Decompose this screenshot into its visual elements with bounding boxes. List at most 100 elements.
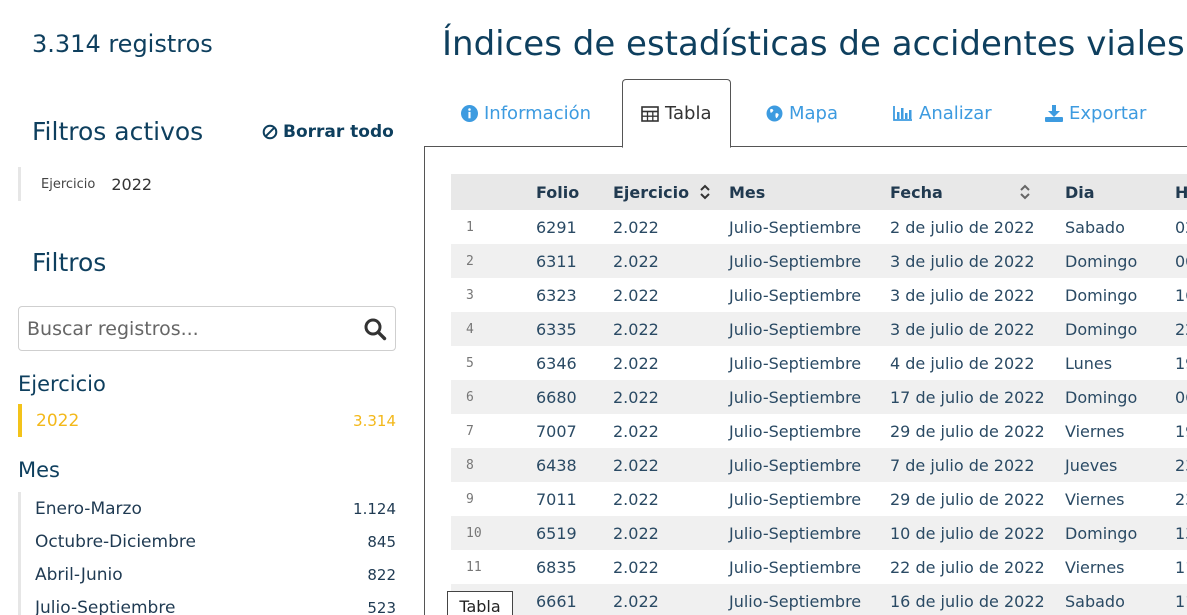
folio-cell: 7011 xyxy=(536,489,577,509)
filters-title: Filtros xyxy=(32,248,107,277)
fecha-cell: 7 de julio de 2022 xyxy=(890,455,1035,475)
active-filter-chip[interactable]: Ejercicio 2022 xyxy=(18,167,152,201)
fecha-cell: 16 de julio de 2022 xyxy=(890,591,1045,611)
row-index: 4 xyxy=(466,321,474,337)
tab-informacion[interactable]: Información xyxy=(461,79,591,147)
ejercicio-cell: 2.022 xyxy=(613,353,659,373)
hora-cell: 13 xyxy=(1175,523,1187,543)
table-row[interactable]: 9 7011 2.022 Julio-Septiembre 29 de juli… xyxy=(451,482,1187,516)
folio-cell: 6311 xyxy=(536,251,577,271)
fecha-cell: 17 de julio de 2022 xyxy=(890,387,1045,407)
table-row[interactable]: 2 6311 2.022 Julio-Septiembre 3 de julio… xyxy=(451,244,1187,278)
row-index: 8 xyxy=(466,457,474,473)
table-row[interactable]: 3 6323 2.022 Julio-Septiembre 3 de julio… xyxy=(451,278,1187,312)
sidebar: 3.314 registros Filtros activos Borrar t… xyxy=(0,0,410,615)
fecha-cell: 3 de julio de 2022 xyxy=(890,319,1035,339)
facet-item-name: Julio-Septiembre xyxy=(35,597,176,615)
column-header-label: Fecha xyxy=(890,182,943,202)
facet-item-julio-septiembre[interactable]: Julio-Septiembre 523 xyxy=(18,591,396,615)
sort-icon[interactable] xyxy=(1019,183,1031,201)
clear-all-button[interactable]: Borrar todo xyxy=(262,122,394,142)
tab-bar: Información Tabla Mapa Analizar Exportar xyxy=(424,79,1187,148)
column-header-ejercicio[interactable]: Ejercicio xyxy=(613,174,711,210)
dia-cell: Viernes xyxy=(1065,557,1125,577)
row-index: 7 xyxy=(466,423,474,439)
hora-cell: 11 xyxy=(1175,591,1187,611)
fecha-cell: 29 de julio de 2022 xyxy=(890,421,1045,441)
facet-title-mes: Mes xyxy=(18,458,60,482)
mes-cell: Julio-Septiembre xyxy=(729,285,862,305)
ejercicio-cell: 2.022 xyxy=(613,217,659,237)
table-row[interactable]: 4 6335 2.022 Julio-Septiembre 3 de julio… xyxy=(451,312,1187,346)
dia-cell: Lunes xyxy=(1065,353,1113,373)
column-header-mes[interactable]: Mes xyxy=(729,174,765,210)
facet-item-count: 822 xyxy=(367,565,396,584)
dia-cell: Domingo xyxy=(1065,285,1138,305)
row-index: 9 xyxy=(466,491,474,507)
facet-item-octubre-diciembre[interactable]: Octubre-Diciembre 845 xyxy=(18,525,396,558)
folio-cell: 6680 xyxy=(536,387,577,407)
mes-cell: Julio-Septiembre xyxy=(729,455,862,475)
column-header-dia[interactable]: Dia xyxy=(1065,174,1095,210)
column-header-folio[interactable]: Folio xyxy=(536,174,579,210)
mes-cell: Julio-Septiembre xyxy=(729,557,862,577)
table-row[interactable]: 8 6438 2.022 Julio-Septiembre 7 de julio… xyxy=(451,448,1187,482)
info-circle-icon xyxy=(461,104,478,122)
tab-label: Exportar xyxy=(1069,102,1147,124)
folio-cell: 6661 xyxy=(536,591,577,611)
folio-cell: 6291 xyxy=(536,217,577,237)
ejercicio-cell: 2.022 xyxy=(613,591,659,611)
column-header-hora[interactable]: H xyxy=(1175,174,1187,210)
hora-cell: 19 xyxy=(1175,421,1187,441)
table-row[interactable]: 11 6835 2.022 Julio-Septiembre 22 de jul… xyxy=(451,550,1187,584)
mes-cell: Julio-Septiembre xyxy=(729,217,862,237)
table-row[interactable]: 1 6291 2.022 Julio-Septiembre 2 de julio… xyxy=(451,210,1187,244)
table-row[interactable]: 5 6346 2.022 Julio-Septiembre 4 de julio… xyxy=(451,346,1187,380)
dia-cell: Viernes xyxy=(1065,421,1125,441)
fecha-cell: 2 de julio de 2022 xyxy=(890,217,1035,237)
column-header-label: Ejercicio xyxy=(613,182,690,202)
ejercicio-cell: 2.022 xyxy=(613,421,659,441)
mes-cell: Julio-Septiembre xyxy=(729,591,862,611)
row-index: 1 xyxy=(466,219,474,235)
tab-mapa[interactable]: Mapa xyxy=(766,79,838,147)
facet-item-name: Enero-Marzo xyxy=(35,498,142,519)
column-header-fecha[interactable]: Fecha xyxy=(890,174,1031,210)
hora-cell: 22 xyxy=(1175,319,1187,339)
page-title: Índices de estadísticas de accidentes vi… xyxy=(442,24,1187,64)
fecha-cell: 3 de julio de 2022 xyxy=(890,251,1035,271)
facet-title-ejercicio: Ejercicio xyxy=(18,372,106,396)
facet-item-count: 1.124 xyxy=(353,499,396,518)
facet-item-2022[interactable]: 2022 3.314 xyxy=(18,404,396,437)
row-index: 6 xyxy=(466,389,474,405)
hora-cell: 16 xyxy=(1175,285,1187,305)
search-icon[interactable] xyxy=(363,317,387,341)
column-header-label: Dia xyxy=(1065,182,1095,202)
hora-cell: 00 xyxy=(1175,251,1187,271)
ejercicio-cell: 2.022 xyxy=(613,489,659,509)
tab-analizar[interactable]: Analizar xyxy=(893,79,992,147)
table-row[interactable]: 7 7007 2.022 Julio-Septiembre 29 de juli… xyxy=(451,414,1187,448)
folio-cell: 6346 xyxy=(536,353,577,373)
search-input[interactable] xyxy=(27,317,363,340)
dia-cell: Domingo xyxy=(1065,251,1138,271)
table-row[interactable]: 12 6661 2.022 Julio-Septiembre 16 de jul… xyxy=(451,584,1187,615)
dia-cell: Domingo xyxy=(1065,523,1138,543)
active-filters-title: Filtros activos xyxy=(32,117,204,146)
sort-icon[interactable] xyxy=(699,183,711,201)
table-row[interactable]: 6 6680 2.022 Julio-Septiembre 17 de juli… xyxy=(451,380,1187,414)
folio-cell: 6323 xyxy=(536,285,577,305)
tab-tabla[interactable]: Tabla xyxy=(622,79,731,148)
facet-item-enero-marzo[interactable]: Enero-Marzo 1.124 xyxy=(18,492,396,525)
facet-item-abril-junio[interactable]: Abril-Junio 822 xyxy=(18,558,396,591)
facet-item-name: Abril-Junio xyxy=(35,564,123,585)
ban-icon xyxy=(262,124,278,140)
mes-cell: Julio-Septiembre xyxy=(729,353,862,373)
table-row[interactable]: 10 6519 2.022 Julio-Septiembre 10 de jul… xyxy=(451,516,1187,550)
mes-cell: Julio-Septiembre xyxy=(729,319,862,339)
dia-cell: Domingo xyxy=(1065,319,1138,339)
fecha-cell: 4 de julio de 2022 xyxy=(890,353,1035,373)
tooltip: Tabla xyxy=(447,591,513,615)
tab-exportar[interactable]: Exportar xyxy=(1045,79,1146,147)
facet-item-count: 845 xyxy=(367,532,396,551)
